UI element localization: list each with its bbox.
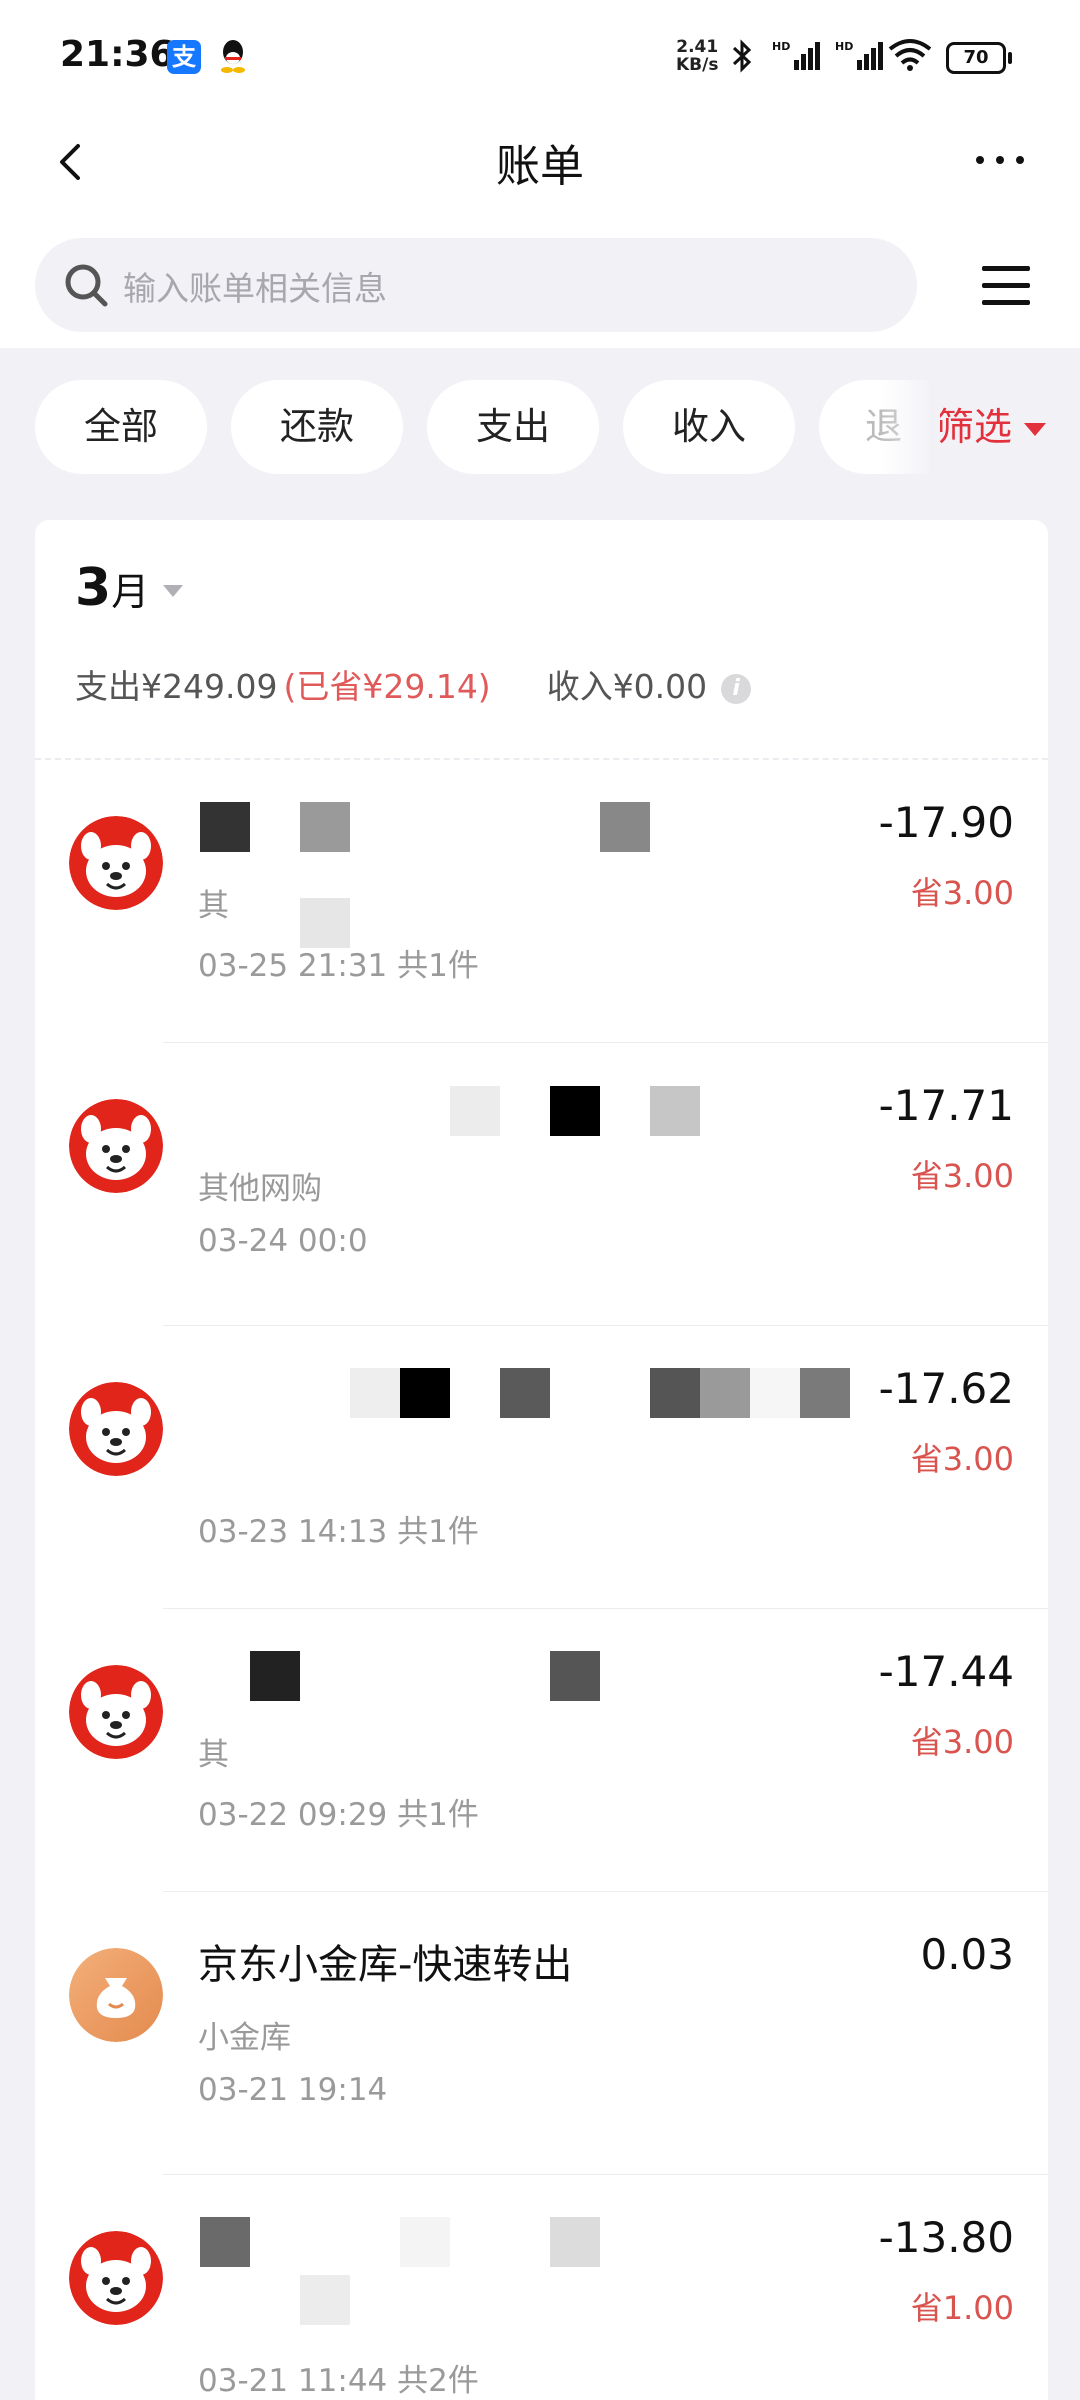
money-bag-avatar-icon <box>69 1948 163 2042</box>
qq-icon <box>221 40 245 73</box>
transaction-amount: -17.62 <box>878 1364 1014 1413</box>
jd-dog-avatar-icon <box>69 816 163 910</box>
jd-dog-avatar-icon <box>69 1382 163 1476</box>
transaction-row[interactable]: 03-21 11:44 共2件 -13.80 省1.00 <box>35 2175 1048 2400</box>
search-placeholder: 输入账单相关信息 <box>123 269 387 308</box>
transaction-amount: -13.80 <box>878 2213 1014 2262</box>
alipay-icon: 支 <box>167 40 201 74</box>
transaction-saving: 省3.00 <box>910 874 1014 912</box>
transaction-date: 03-21 19:14 <box>198 2072 388 2108</box>
redacted-block <box>550 2217 600 2267</box>
jd-dog-avatar-icon <box>69 1099 163 1193</box>
jd-dog-avatar-icon <box>69 1665 163 1759</box>
more-options-icon[interactable] <box>972 140 1028 180</box>
search-row: 输入账单相关信息 <box>0 230 1080 348</box>
transaction-category: 小金库 <box>198 2020 291 2056</box>
redacted-block <box>400 1368 450 1418</box>
redacted-block <box>450 1086 500 1136</box>
transaction-row[interactable]: 其 03-22 09:29 共1件 -17.44 省3.00 <box>35 1609 1048 1892</box>
search-icon <box>65 264 108 307</box>
info-icon[interactable]: i <box>721 673 752 704</box>
transaction-category: 其他网购 <box>198 1171 322 1207</box>
transaction-row[interactable]: 其 03-25 21:31 共1件 -17.90 省3.00 <box>35 760 1048 1043</box>
transaction-amount: 0.03 <box>920 1930 1014 1979</box>
redacted-block <box>500 1368 550 1418</box>
transaction-name: 京东小金库-快速转出 <box>198 1942 573 1988</box>
transaction-date: 03-24 00:0 <box>198 1223 368 1259</box>
dropdown-triangle-icon <box>1024 423 1047 436</box>
chevron-down-icon <box>163 585 184 597</box>
redacted-block <box>750 1368 800 1418</box>
redacted-block <box>250 1651 300 1701</box>
redacted-block <box>600 802 650 852</box>
signal-icon: HD <box>835 40 883 70</box>
transaction-saving: 省1.00 <box>910 2289 1014 2327</box>
month-selector[interactable]: 3月 <box>75 558 184 618</box>
clock: 21:36 <box>60 34 175 75</box>
transaction-date: 03-21 11:44 共2件 <box>198 2363 479 2399</box>
redacted-block <box>400 2217 450 2267</box>
page-title: 账单 <box>496 141 584 192</box>
transaction-amount: -17.44 <box>878 1647 1014 1696</box>
svg-text:HD: HD <box>772 40 790 53</box>
redacted-block <box>700 1368 750 1418</box>
expense-total: 支出¥249.09 <box>75 667 278 706</box>
nav-bar: 账单 <box>0 110 1080 230</box>
transaction-saving: 省3.00 <box>910 1157 1014 1195</box>
signal-icon: HD <box>772 40 820 70</box>
status-bar: 21:36 支 2.41 KB/s HD HD 70 <box>0 0 1080 110</box>
saved-total: (已省¥29.14) <box>283 667 491 706</box>
transaction-row[interactable]: 京东小金库-快速转出 小金库 03-21 19:14 0.03 <box>35 1892 1048 2175</box>
tab-all[interactable]: 全部 <box>35 380 207 474</box>
transaction-saving: 省3.00 <box>910 1440 1014 1478</box>
redacted-block <box>350 1368 400 1418</box>
net-speed: 2.41 KB/s <box>676 37 719 75</box>
redacted-block <box>550 1086 600 1136</box>
bill-list-card: 3月 支出¥249.09 (已省¥29.14) 收入¥0.00 i 其 03-25 2… <box>35 520 1048 2400</box>
bluetooth-icon <box>732 39 752 73</box>
search-input[interactable]: 输入账单相关信息 <box>35 238 917 332</box>
tab-income[interactable]: 收入 <box>623 380 795 474</box>
transaction-date: 03-23 14:13 共1件 <box>198 1514 479 1550</box>
redacted-block <box>300 2275 350 2325</box>
transaction-date: 03-22 09:29 共1件 <box>198 1797 479 1833</box>
month-summary: 支出¥249.09 (已省¥29.14) 收入¥0.00 i <box>75 660 752 708</box>
income-total: 收入¥0.00 <box>546 667 708 706</box>
redacted-block <box>200 2217 250 2267</box>
transaction-saving: 省3.00 <box>910 1723 1014 1761</box>
menu-icon[interactable] <box>978 260 1034 312</box>
battery-icon: 70 <box>946 42 1012 74</box>
transaction-row[interactable]: 其他网购 03-24 00:0 -17.71 省3.00 <box>35 1043 1048 1326</box>
transaction-amount: -17.71 <box>878 1081 1014 1130</box>
redacted-block <box>800 1368 850 1418</box>
transaction-date: 03-25 21:31 共1件 <box>198 948 479 984</box>
transaction-amount: -17.90 <box>878 798 1014 847</box>
tabs-fade-overlay <box>880 380 940 476</box>
tab-repayment[interactable]: 还款 <box>231 380 403 474</box>
redacted-block <box>200 802 250 852</box>
transaction-category: 其 <box>198 1737 229 1773</box>
transaction-row[interactable]: 03-23 14:13 共1件 -17.62 省3.00 <box>35 1326 1048 1609</box>
redacted-block <box>650 1086 700 1136</box>
filter-button[interactable]: 筛选 <box>936 380 1047 474</box>
transaction-category: 其 <box>198 888 229 924</box>
wifi-icon <box>888 39 932 71</box>
jd-dog-avatar-icon <box>69 2231 163 2325</box>
tab-expense[interactable]: 支出 <box>427 380 599 474</box>
redacted-block <box>650 1368 700 1418</box>
redacted-block <box>550 1651 600 1701</box>
svg-text:HD: HD <box>835 40 853 53</box>
redacted-block <box>300 802 350 852</box>
